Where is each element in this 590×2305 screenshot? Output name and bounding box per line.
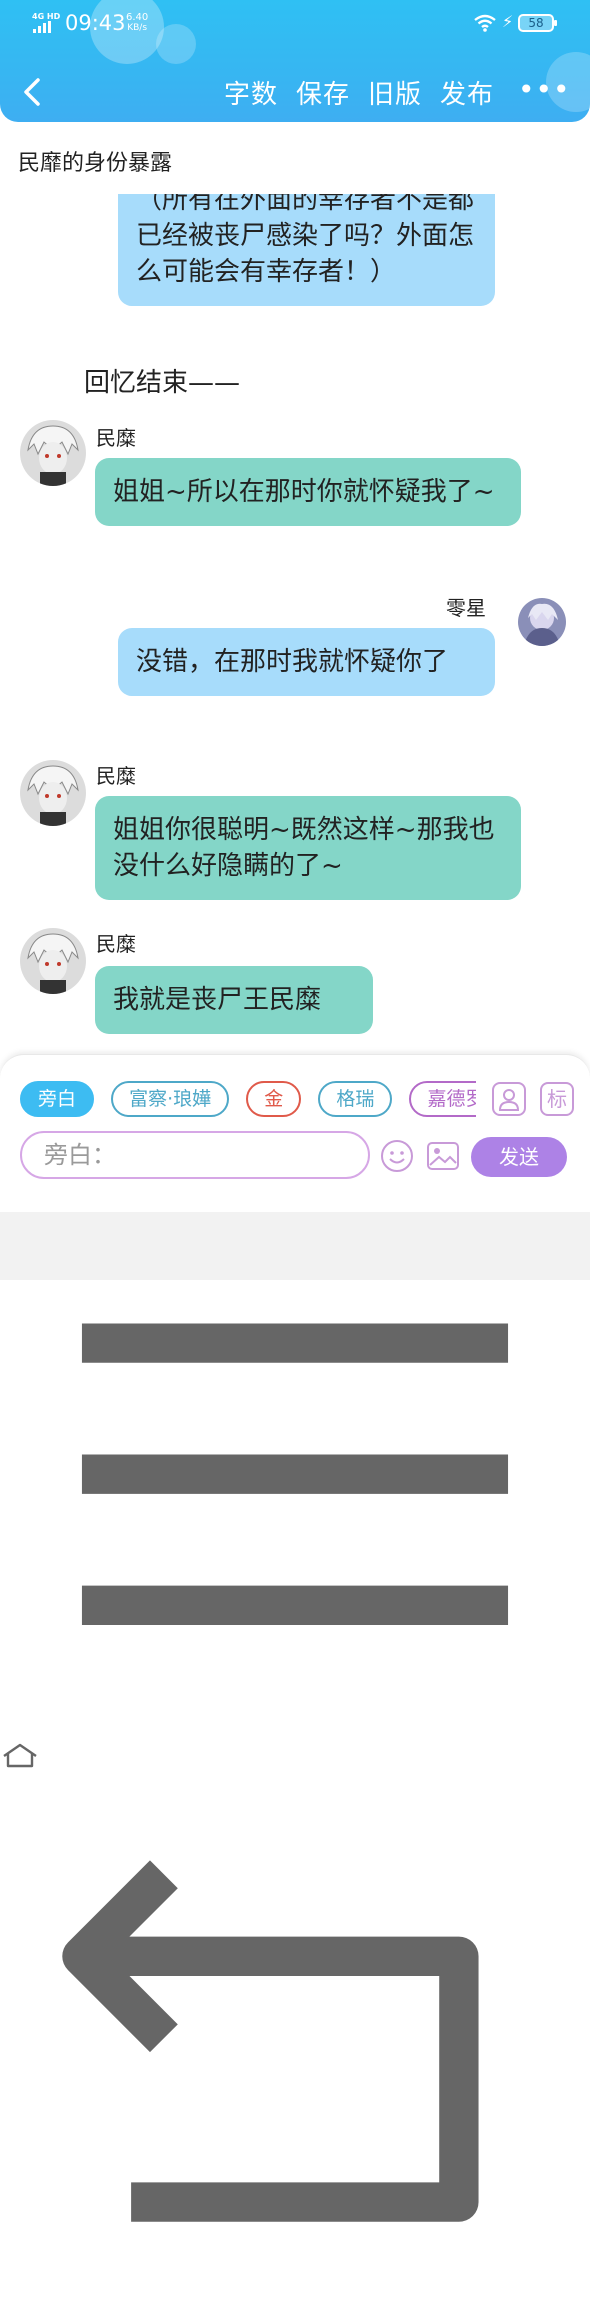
message-bubble[interactable]: 没错，在那时我就怀疑你了 xyxy=(118,628,495,696)
menu-icon[interactable] xyxy=(0,1212,590,1736)
network-type: 4G HD xyxy=(32,12,61,21)
avatar[interactable] xyxy=(20,928,86,994)
header-actions: 字数 保存 旧版 发布 xyxy=(224,74,494,111)
avatar-image xyxy=(518,598,566,646)
publish-button[interactable]: 发布 xyxy=(440,74,494,111)
wifi-icon xyxy=(474,14,496,32)
chat-area[interactable]: （所有在外面的幸存者不是都已经被丧尸感染了吗？外面怎么可能会有幸存者！） 回忆结… xyxy=(0,194,590,1054)
avatar-image xyxy=(20,760,86,826)
old-version-button[interactable]: 旧版 xyxy=(368,74,422,111)
message-input[interactable]: 旁白： xyxy=(20,1131,370,1179)
message-bubble[interactable]: 姐姐你很聪明~既然这样~那我也没什么好隐瞒的了~ xyxy=(95,796,521,900)
narration-text[interactable]: 回忆结束—— xyxy=(84,362,240,399)
avatar-image xyxy=(20,420,86,486)
character-manage-button[interactable] xyxy=(492,1082,526,1116)
network-speed: 6.40 KB/s xyxy=(126,12,148,34)
message-bubble[interactable]: 我就是丧尸王民糜 xyxy=(95,966,373,1034)
top-header: 4G HD 09:43 6.40 KB/s ⚡ 58 字数 保存 旧版 发布 •… xyxy=(0,0,590,122)
word-count-button[interactable]: 字数 xyxy=(224,74,278,111)
avatar[interactable] xyxy=(20,760,86,826)
message-bubble[interactable]: 姐姐~所以在那时你就怀疑我了~ xyxy=(95,458,521,526)
speaker-name: 零星 xyxy=(446,596,486,620)
role-chip[interactable]: 嘉德罗斯 xyxy=(409,1081,476,1117)
status-bar: 4G HD 09:43 6.40 KB/s ⚡ 58 xyxy=(0,8,590,40)
role-chip[interactable]: 格瑞 xyxy=(318,1081,393,1117)
home-icon[interactable] xyxy=(0,1740,40,1772)
image-icon[interactable] xyxy=(426,1139,460,1173)
person-icon xyxy=(498,1089,520,1111)
role-chip[interactable]: 金 xyxy=(246,1081,302,1117)
back-button[interactable] xyxy=(18,72,48,112)
save-button[interactable]: 保存 xyxy=(296,74,350,111)
more-options-button[interactable]: ••• xyxy=(518,76,571,104)
speaker-name: 民糜 xyxy=(96,764,136,788)
input-panel: 旁白 富察·琅嬅 金 格瑞 嘉德罗斯 标 旁白： 发送 xyxy=(0,1054,590,1212)
speed-value: 6.40 xyxy=(126,12,149,23)
back-nav-icon[interactable] xyxy=(0,1776,590,2300)
avatar[interactable] xyxy=(20,420,86,486)
role-chip-narration[interactable]: 旁白 xyxy=(20,1081,95,1117)
avatar-image xyxy=(20,928,86,994)
role-selector: 旁白 富察·琅嬅 金 格瑞 嘉德罗斯 xyxy=(20,1081,476,1117)
speaker-name: 民糜 xyxy=(96,932,136,956)
message-bubble[interactable]: （所有在外面的幸存者不是都已经被丧尸感染了吗？外面怎么可能会有幸存者！） xyxy=(118,194,495,306)
speed-unit: KB/s xyxy=(127,23,148,33)
send-button[interactable]: 发送 xyxy=(471,1137,567,1177)
mark-button[interactable]: 标 xyxy=(540,1082,574,1116)
speaker-name: 民糜 xyxy=(96,426,136,450)
emoji-icon[interactable] xyxy=(380,1139,414,1173)
battery-indicator: 58 xyxy=(518,14,557,32)
charging-icon: ⚡ xyxy=(502,12,514,31)
avatar[interactable] xyxy=(518,598,566,646)
status-time: 09:43 xyxy=(65,11,126,35)
chat-title: 民靡的身份暴露 xyxy=(18,151,173,176)
role-chip[interactable]: 富察·琅嬅 xyxy=(111,1081,230,1117)
system-navigation-bar xyxy=(0,1212,590,2223)
signal-icon xyxy=(33,21,57,33)
